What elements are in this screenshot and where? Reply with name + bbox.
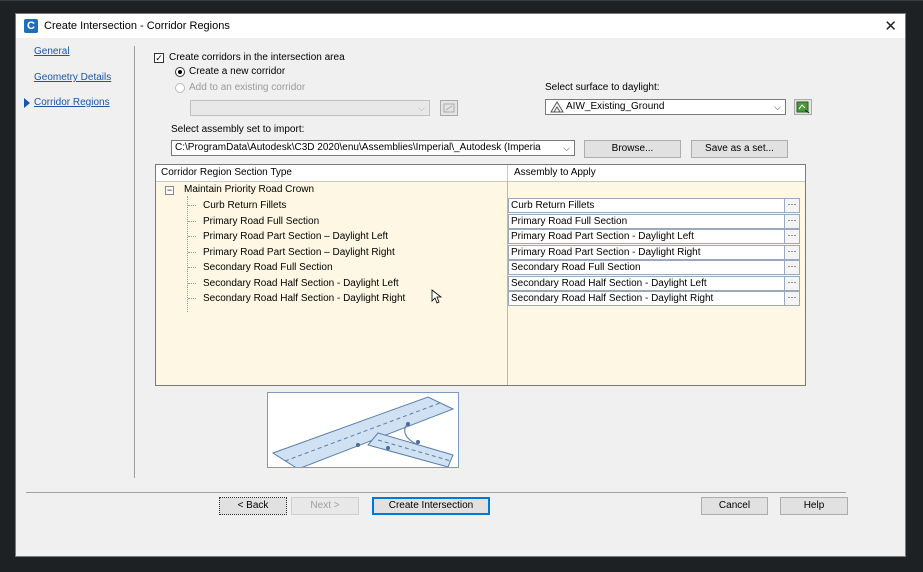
create-new-corridor-label: Create a new corridor [189,66,286,77]
assembly-set-label: Select assembly set to import: [171,124,305,135]
surface-value: AIW_Existing_Ground [566,101,665,112]
ellipsis-button[interactable]: ··· [784,230,799,243]
cancel-button[interactable]: Cancel [701,497,768,515]
background-line [0,0,923,1]
close-icon[interactable]: ✕ [884,17,897,35]
create-new-corridor-radio[interactable] [175,67,185,77]
title-bar: C Create Intersection - Corridor Regions… [16,14,905,38]
add-existing-corridor-label: Add to an existing corridor [189,82,306,93]
pick-surface-button[interactable] [794,99,812,115]
group-label: Maintain Priority Road Crown [184,184,315,195]
assembly-cell[interactable]: Secondary Road Half Section - Daylight R… [508,291,800,306]
assembly-value: Primary Road Part Section - Daylight Rig… [511,247,701,258]
tree-branch [188,283,196,284]
current-page-arrow-icon [24,98,30,108]
tree-connector [187,196,188,312]
mouse-cursor-icon [431,289,443,304]
assembly-value: Primary Road Part Section - Daylight Lef… [511,231,694,242]
create-corridors-checkbox[interactable]: ✓ [154,53,164,63]
assembly-value: Secondary Road Half Section - Daylight L… [511,278,707,289]
tree-branch [188,298,196,299]
section-type-label: Secondary Road Full Section [203,262,333,273]
create-intersection-button[interactable]: Create Intersection [372,497,490,515]
chevron-down-icon: ⌵ [563,143,570,153]
ellipsis-button[interactable]: ··· [784,199,799,212]
back-button[interactable]: < Back [219,497,287,515]
assembly-cell[interactable]: Curb Return Fillets ··· [508,198,800,213]
assembly-cell[interactable]: Primary Road Part Section - Daylight Lef… [508,229,800,244]
create-intersection-dialog: C Create Intersection - Corridor Regions… [15,13,906,557]
civil3d-app-icon: C [24,19,38,33]
section-type-label: Primary Road Part Section – Daylight Rig… [203,247,395,258]
section-type-label: Primary Road Full Section [203,216,320,227]
corridor-regions-grid: Corridor Region Section Type Assembly to… [155,164,806,386]
assembly-value: Curb Return Fillets [511,200,595,211]
help-button[interactable]: Help [780,497,848,515]
assembly-set-value: C:\ProgramData\Autodesk\C3D 2020\enu\Ass… [175,142,541,153]
assembly-set-select[interactable]: C:\ProgramData\Autodesk\C3D 2020\enu\Ass… [171,140,575,156]
tree-branch [188,205,196,206]
tree-branch [188,252,196,253]
surface-label: Select surface to daylight: [545,82,660,93]
pick-corridor-button[interactable] [440,100,458,116]
nav-link-general[interactable]: General [34,46,70,57]
assembly-value: Secondary Road Full Section [511,262,641,273]
existing-corridor-select[interactable]: ⌵ [190,100,430,116]
create-corridors-label: Create corridors in the intersection are… [169,52,345,63]
assembly-cell[interactable]: Primary Road Part Section - Daylight Rig… [508,245,800,260]
section-type-label: Secondary Road Half Section - Daylight L… [203,278,399,289]
assembly-cell[interactable]: Secondary Road Half Section - Daylight L… [508,276,800,291]
next-button[interactable]: Next > [291,497,359,515]
assembly-cell[interactable]: Primary Road Full Section ··· [508,214,800,229]
surface-select[interactable]: AIW_Existing_Ground ⌵ [545,99,786,115]
column-header-assembly[interactable]: Assembly to Apply [514,167,596,178]
tree-branch [188,221,196,222]
footer-divider [26,492,846,493]
intersection-diagram [271,396,455,467]
window-title: Create Intersection - Corridor Regions [44,20,230,32]
nav-link-corridor-regions[interactable]: Corridor Regions [34,97,110,108]
browse-button[interactable]: Browse... [584,140,681,158]
ellipsis-button[interactable]: ··· [784,261,799,274]
chevron-down-icon: ⌵ [774,102,781,112]
chevron-down-icon: ⌵ [418,103,425,113]
ellipsis-button[interactable]: ··· [784,292,799,305]
assembly-value: Primary Road Full Section [511,216,628,227]
nav-link-geometry-details[interactable]: Geometry Details [34,72,111,83]
tree-branch [188,236,196,237]
grid-header: Corridor Region Section Type Assembly to… [156,165,805,182]
section-type-label: Curb Return Fillets [203,200,287,211]
ellipsis-button[interactable]: ··· [784,246,799,259]
intersection-preview-image [267,392,459,468]
nav-divider [134,46,135,478]
section-type-label: Primary Road Part Section – Daylight Lef… [203,231,389,242]
add-existing-corridor-radio[interactable] [175,83,185,93]
tree-branch [188,267,196,268]
assembly-value: Secondary Road Half Section - Daylight R… [511,293,714,304]
assembly-cell[interactable]: Secondary Road Full Section ··· [508,260,800,275]
ellipsis-button[interactable]: ··· [784,277,799,290]
save-as-set-button[interactable]: Save as a set... [691,140,788,158]
pick-surface-icon [796,101,810,114]
collapse-toggle-icon[interactable]: − [165,186,174,195]
wizard-nav: General Geometry Details Corridor Region… [16,38,134,493]
column-header-section-type[interactable]: Corridor Region Section Type [161,167,292,178]
section-type-label: Secondary Road Half Section - Daylight R… [203,293,406,304]
ellipsis-button[interactable]: ··· [784,215,799,228]
pick-corridor-icon [443,103,455,113]
surface-triangle-icon [550,101,564,113]
header-column-divider[interactable] [507,165,508,181]
